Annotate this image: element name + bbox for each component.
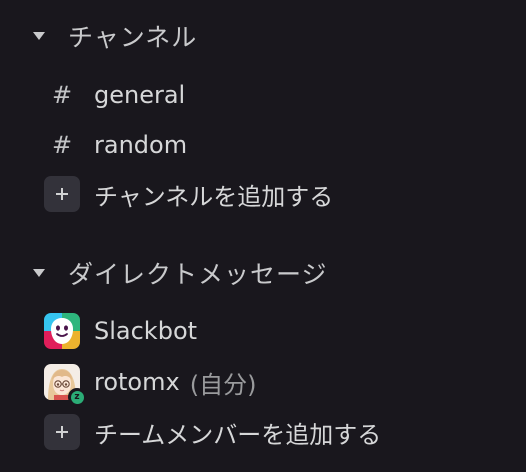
channel-label: random: [94, 131, 188, 159]
presence-badge: z: [68, 388, 86, 406]
add-channel-button[interactable]: チャンネルを追加する: [44, 174, 333, 214]
sidebar: チャンネル # general # random チャンネルを追加する ダイレク…: [0, 0, 526, 472]
channel-item-general[interactable]: # general: [44, 75, 185, 115]
user-avatar: z: [44, 364, 86, 406]
channels-section-header[interactable]: チャンネル: [28, 16, 197, 56]
add-team-member-button[interactable]: チームメンバーを追加する: [44, 412, 381, 452]
dm-item-rotomx[interactable]: z rotomx (自分): [44, 362, 257, 406]
plus-icon: [44, 176, 80, 212]
presence-status-icon: z: [70, 390, 84, 404]
plus-icon: [44, 414, 80, 450]
hash-icon: #: [51, 81, 73, 109]
caret-down-icon[interactable]: [28, 25, 50, 47]
direct-messages-section-title: ダイレクトメッセージ: [68, 260, 328, 289]
self-indicator: (自分): [189, 370, 257, 399]
channel-item-random[interactable]: # random: [44, 125, 187, 165]
channel-label: general: [94, 81, 186, 109]
slackbot-avatar: [44, 313, 80, 349]
add-channel-label: チャンネルを追加する: [94, 182, 334, 211]
hash-icon: #: [51, 131, 73, 159]
dm-item-slackbot[interactable]: Slackbot: [44, 311, 197, 351]
dm-label: rotomx: [94, 368, 180, 396]
add-team-member-label: チームメンバーを追加する: [94, 420, 382, 449]
caret-down-icon[interactable]: [28, 262, 50, 284]
channels-section-title: チャンネル: [68, 23, 198, 52]
direct-messages-section-header[interactable]: ダイレクトメッセージ: [28, 253, 328, 293]
dm-label: Slackbot: [94, 317, 198, 345]
